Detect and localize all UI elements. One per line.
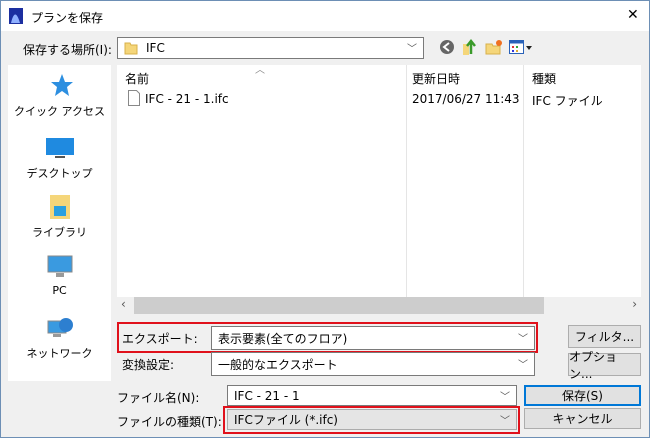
chevron-down-icon: ﹀	[500, 415, 510, 427]
title-bar: プランを保存 ✕	[1, 1, 649, 31]
export-label: エクスポート:	[122, 332, 198, 346]
conversion-combo[interactable]: 一般的なエクスポート ﹀	[211, 352, 535, 376]
chevron-down-icon: ﹀	[518, 359, 528, 371]
filter-button[interactable]: フィルタ...	[568, 325, 641, 348]
star-icon	[50, 74, 73, 96]
sidebar-item-network[interactable]: ネットワーク	[8, 315, 111, 361]
sidebar-label: ライブラリ	[32, 226, 87, 239]
folder-icon	[124, 42, 138, 55]
sidebar-item-desktop[interactable]: デスクトップ	[8, 135, 111, 181]
file-modified: 2017/06/27 11:43	[412, 92, 520, 106]
column-header-modified[interactable]: 更新日時	[412, 70, 460, 87]
view-menu-icon[interactable]	[509, 40, 533, 54]
location-label: 保存する場所(I):	[23, 43, 112, 57]
column-header-name[interactable]: 名前	[125, 70, 149, 87]
desktop-icon	[45, 138, 74, 158]
chevron-down-icon: ﹀	[407, 43, 417, 55]
export-combo[interactable]: 表示要素(全てのフロア) ﹀	[211, 326, 535, 350]
cancel-button[interactable]: キャンセル	[524, 408, 641, 429]
options-button[interactable]: オプション...	[568, 350, 641, 381]
sidebar-label: ネットワーク	[26, 347, 93, 360]
file-name: IFC - 21 - 1.ifc	[145, 92, 229, 106]
window-title: プランを保存	[31, 11, 104, 25]
network-icon	[47, 318, 73, 337]
new-folder-icon[interactable]	[485, 39, 503, 55]
location-value: IFC	[146, 41, 165, 55]
scroll-right-icon[interactable]: ›	[632, 297, 637, 311]
sort-ascending-icon: ︿	[255, 65, 265, 76]
filename-value: IFC - 21 - 1	[234, 388, 300, 403]
back-icon[interactable]	[439, 39, 455, 55]
file-list[interactable]: ︿ 名前 更新日時 種類 IFC - 21 - 1.ifc 2017/06/27…	[117, 65, 641, 314]
sidebar-item-quick-access[interactable]: クイック アクセス	[8, 73, 111, 119]
file-type: IFC ファイル	[532, 94, 603, 108]
app-icon	[9, 8, 23, 24]
table-row[interactable]: IFC - 21 - 1.ifc 2017/06/27 11:43 IFC ファ…	[125, 89, 625, 109]
pc-icon	[47, 255, 72, 277]
sidebar-item-library[interactable]: ライブラリ	[8, 194, 111, 240]
chevron-down-icon: ﹀	[518, 333, 528, 345]
export-value: 表示要素(全てのフロア)	[218, 331, 348, 346]
horizontal-scrollbar[interactable]: ‹ ›	[117, 297, 641, 314]
conversion-label: 変換設定:	[122, 358, 175, 372]
file-icon	[128, 90, 140, 106]
column-header-type[interactable]: 種類	[532, 70, 556, 87]
sidebar-label: PC	[52, 284, 67, 297]
scroll-left-icon[interactable]: ‹	[121, 297, 126, 311]
sidebar-item-pc[interactable]: PC	[8, 254, 111, 297]
library-icon	[49, 195, 70, 219]
filetype-value: IFCファイル (*.ifc)	[234, 413, 338, 427]
sidebar-label: デスクトップ	[26, 167, 93, 180]
location-combo[interactable]: IFC ﹀	[117, 37, 424, 59]
filename-label: ファイル名(N):	[117, 391, 200, 405]
scrollbar-thumb[interactable]	[134, 297, 544, 314]
conversion-value: 一般的なエクスポート	[218, 357, 338, 372]
filetype-combo[interactable]: IFCファイル (*.ifc) ﹀	[227, 409, 517, 430]
chevron-down-icon: ﹀	[500, 391, 510, 403]
filename-input[interactable]: IFC - 21 - 1 ﹀	[227, 385, 517, 406]
sidebar-label: クイック アクセス	[14, 105, 105, 118]
close-button[interactable]: ✕	[627, 7, 639, 23]
up-folder-icon[interactable]	[462, 38, 478, 56]
save-plan-dialog: プランを保存 ✕ 保存する場所(I): IFC ﹀ クイック アクセス デスクト…	[0, 0, 650, 438]
save-button[interactable]: 保存(S)	[524, 385, 641, 406]
filetype-label: ファイルの種類(T):	[117, 415, 222, 429]
